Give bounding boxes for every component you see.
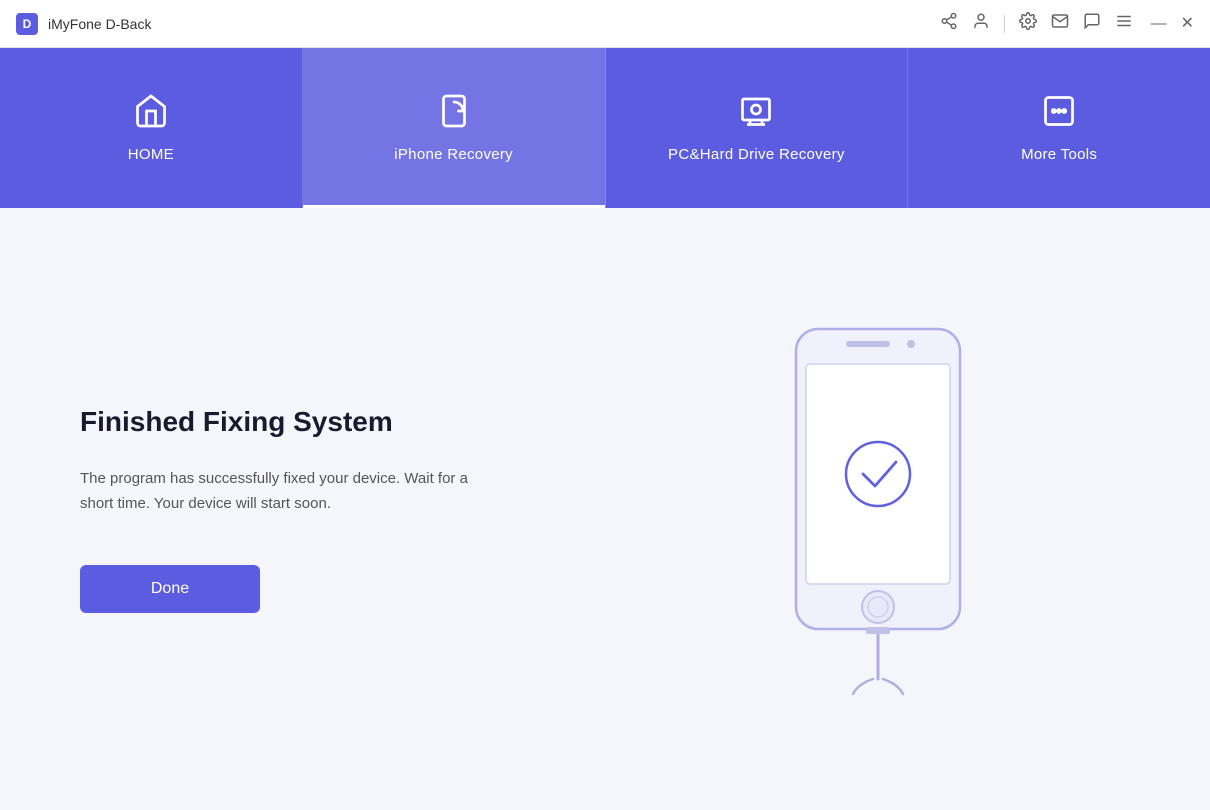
titlebar-right: — ✕	[940, 12, 1194, 35]
settings-icon[interactable]	[1019, 12, 1037, 35]
phone-illustration	[625, 319, 1130, 699]
main-description: The program has successfully fixed your …	[80, 466, 500, 517]
share-icon[interactable]	[940, 12, 958, 35]
app-logo: D	[16, 13, 38, 35]
mail-icon[interactable]	[1051, 12, 1069, 35]
chat-icon[interactable]	[1083, 12, 1101, 35]
titlebar: D iMyFone D-Back	[0, 0, 1210, 48]
phone-svg	[768, 319, 988, 699]
nav-label-home: HOME	[128, 146, 174, 163]
nav-label-pc-recovery: PC&Hard Drive Recovery	[668, 146, 845, 163]
close-button[interactable]: ✕	[1181, 16, 1194, 32]
main-content: Finished Fixing System The program has s…	[0, 208, 1210, 810]
user-icon[interactable]	[972, 12, 990, 35]
menu-icon[interactable]	[1115, 12, 1133, 35]
titlebar-left: D iMyFone D-Back	[16, 13, 151, 35]
nav-label-more-tools: More Tools	[1021, 146, 1097, 163]
home-icon	[133, 93, 169, 134]
main-heading: Finished Fixing System	[80, 406, 585, 438]
nav-label-iphone-recovery: iPhone Recovery	[394, 146, 513, 163]
navbar: HOME iPhone Recovery PC&Hard Drive Recov…	[0, 48, 1210, 208]
window-controls: — ✕	[1151, 16, 1194, 32]
minimize-button[interactable]: —	[1151, 16, 1167, 32]
app-title: iMyFone D-Back	[48, 16, 151, 32]
nav-item-iphone-recovery[interactable]: iPhone Recovery	[303, 48, 606, 208]
logo-letter: D	[23, 17, 32, 31]
iphone-recovery-icon	[436, 93, 472, 134]
nav-item-home[interactable]: HOME	[0, 48, 303, 208]
pc-recovery-icon	[738, 93, 774, 134]
nav-item-pc-recovery[interactable]: PC&Hard Drive Recovery	[606, 48, 909, 208]
content-left: Finished Fixing System The program has s…	[80, 406, 585, 613]
more-tools-icon	[1041, 93, 1077, 134]
done-button[interactable]: Done	[80, 565, 260, 613]
titlebar-separator	[1004, 15, 1005, 33]
nav-item-more-tools[interactable]: More Tools	[908, 48, 1210, 208]
